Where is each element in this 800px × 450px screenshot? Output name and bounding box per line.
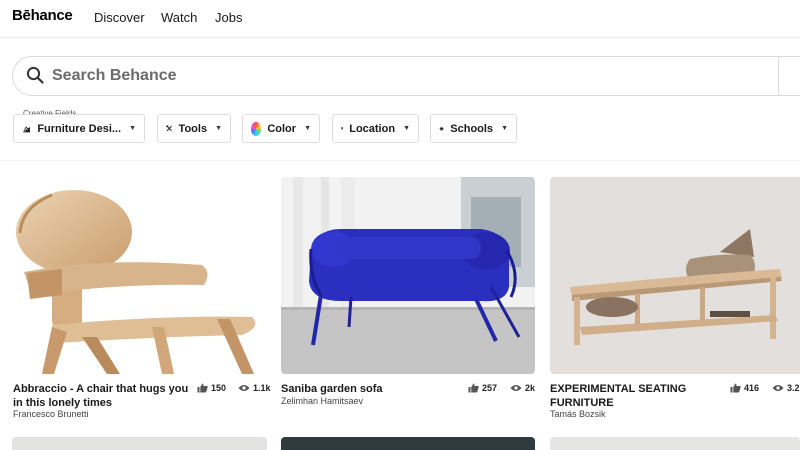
project-cover-next-2[interactable] — [281, 437, 535, 450]
chevron-down-icon: ▼ — [129, 125, 136, 132]
views-count: 2k — [510, 383, 535, 393]
color-label: Color — [267, 122, 297, 135]
graduation-cap-icon — [439, 126, 445, 130]
nav-link-discover[interactable]: Discover — [94, 10, 145, 25]
thumbs-up-icon — [730, 383, 741, 393]
wooden-chair-image — [16, 190, 256, 374]
creative-fields-dropdown[interactable]: Furniture Desi... ▼ — [13, 114, 145, 143]
section-divider — [0, 160, 800, 161]
project-owner[interactable]: Francesco Brunetti — [13, 409, 89, 419]
tools-label: Tools — [178, 122, 208, 135]
chevron-down-icon: ▼ — [304, 125, 311, 132]
project-cover-experimental-seating[interactable] — [550, 177, 800, 374]
search-icon — [26, 66, 44, 84]
views-count: 1.1k — [238, 383, 271, 393]
project-title[interactable]: Abbraccio - A chair that hugs you in thi… — [13, 382, 191, 410]
blue-sofa-image — [281, 177, 535, 374]
views-count: 3.2k — [772, 383, 800, 393]
nav-link-watch[interactable]: Watch — [161, 10, 197, 25]
eye-icon — [772, 385, 784, 391]
appreciations-count: 150 — [197, 383, 226, 393]
chevron-down-icon: ▼ — [501, 125, 508, 132]
eye-icon — [238, 385, 250, 391]
project-owner[interactable]: Tamás Bozsik — [550, 409, 606, 419]
thumbs-up-icon — [197, 383, 208, 393]
appreciations-count: 257 — [468, 383, 497, 393]
eye-icon — [510, 385, 522, 391]
project-title[interactable]: Saniba garden sofa — [281, 382, 461, 396]
thumbs-up-icon — [468, 383, 479, 393]
project-cover-next-3[interactable] — [550, 437, 800, 450]
location-pin-icon — [341, 127, 344, 130]
top-nav: Bēhance Discover Watch Jobs — [0, 0, 800, 38]
seating-furniture-image — [550, 177, 800, 374]
search-divider — [778, 56, 779, 96]
project-cover-abbraccio-chair[interactable] — [12, 177, 267, 374]
location-label: Location — [349, 122, 396, 135]
project-cover-next-1[interactable] — [12, 437, 267, 450]
creative-fields-value: Furniture Desi... — [37, 122, 122, 135]
search-input[interactable] — [52, 64, 652, 88]
behance-logo[interactable]: Bēhance — [12, 7, 73, 24]
project-owner[interactable]: Zelimhan Hamitsaev — [281, 396, 363, 406]
tools-dropdown[interactable]: Tools ▼ — [157, 114, 231, 143]
color-dropdown[interactable]: Color ▼ — [242, 114, 320, 143]
chevron-down-icon: ▼ — [403, 125, 410, 132]
tools-icon — [166, 125, 172, 132]
chevron-down-icon: ▼ — [215, 125, 222, 132]
schools-label: Schools — [450, 122, 494, 135]
nav-link-jobs[interactable]: Jobs — [215, 10, 242, 25]
location-dropdown[interactable]: Location ▼ — [332, 114, 419, 143]
creative-fields-icon — [23, 125, 30, 132]
schools-dropdown[interactable]: Schools ▼ — [430, 114, 517, 143]
project-cover-saniba-sofa[interactable] — [281, 177, 535, 374]
project-title[interactable]: EXPERIMENTAL SEATING FURNITURE — [550, 382, 720, 410]
color-wheel-icon — [251, 121, 262, 136]
appreciations-count: 416 — [730, 383, 759, 393]
